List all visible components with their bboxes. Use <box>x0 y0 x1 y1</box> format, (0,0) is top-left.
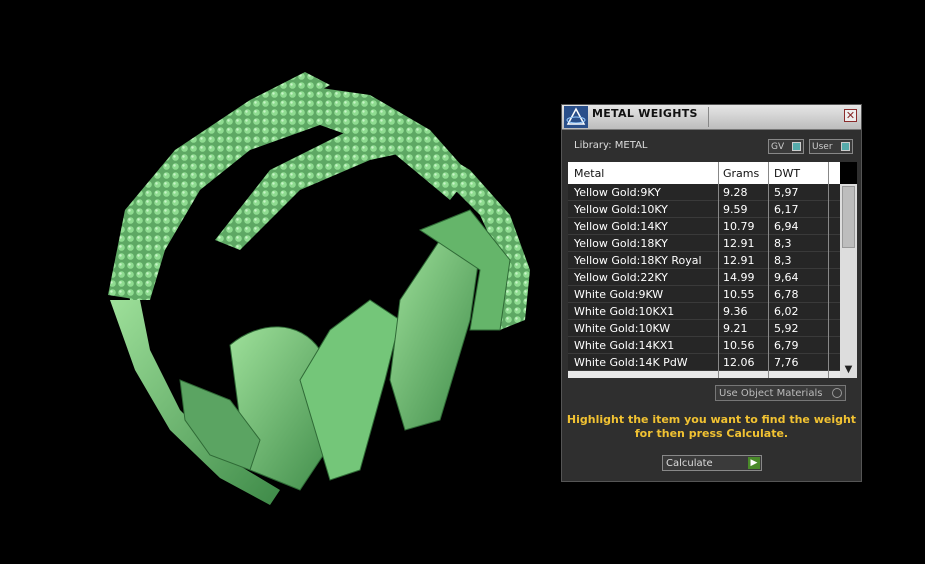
grams-cell: 12.06 <box>723 356 755 369</box>
table-scrollbar[interactable]: ▼ <box>840 162 857 378</box>
metal-cell: Yellow Gold:18KY Royal <box>574 254 702 267</box>
user-toggle-knob <box>841 142 850 151</box>
calculate-label: Calculate <box>666 458 713 469</box>
column-divider <box>828 162 829 378</box>
grams-cell: 10.56 <box>723 339 755 352</box>
dwt-cell: 8,3 <box>774 254 792 267</box>
dwt-cell: 6,94 <box>774 220 799 233</box>
scrollbar-header <box>840 162 857 184</box>
metal-cell: Yellow Gold:10KY <box>574 203 668 216</box>
grams-cell: 14.99 <box>723 271 755 284</box>
ring-model <box>108 72 530 505</box>
metal-cell: White Gold:10KW <box>574 322 671 335</box>
table-row[interactable]: White Gold:14KX1 10.56 6,79 <box>568 337 840 354</box>
table-row[interactable]: White Gold:10KX1 9.36 6,02 <box>568 303 840 320</box>
table-row[interactable]: Yellow Gold:9KY 9.28 5,97 <box>568 184 840 201</box>
metal-cell: Yellow Gold:22KY <box>574 271 668 284</box>
grams-cell: 9.28 <box>723 186 748 199</box>
metal-cell: Yellow Gold:9KY <box>574 186 661 199</box>
dwt-cell: 8,3 <box>774 237 792 250</box>
panel-title: METAL WEIGHTS <box>592 107 698 120</box>
grams-cell: 9.21 <box>723 322 748 335</box>
panel-titlebar[interactable]: METAL WEIGHTS ✕ <box>562 105 861 130</box>
metal-cell: White Gold:9KW <box>574 288 664 301</box>
instruction-text: Highlight the item you want to find the … <box>566 413 857 440</box>
gv-toggle-knob <box>792 142 801 151</box>
use-object-materials-toggle[interactable]: Use Object Materials <box>715 385 846 401</box>
metal-cell: Yellow Gold:14KY <box>574 220 668 233</box>
user-label: User <box>812 142 833 152</box>
metal-cell: White Gold:10KX1 <box>574 305 675 318</box>
grams-cell: 9.59 <box>723 203 748 216</box>
column-header-dwt[interactable]: DWT <box>774 167 800 180</box>
dwt-cell: 6,79 <box>774 339 799 352</box>
dwt-cell: 5,97 <box>774 186 799 199</box>
scrollbar-thumb[interactable] <box>842 186 855 248</box>
calculate-button[interactable]: Calculate ▶ <box>662 455 762 471</box>
table-row[interactable]: Yellow Gold:18KY 12.91 8,3 <box>568 235 840 252</box>
play-icon: ▶ <box>748 457 760 469</box>
table-row[interactable]: White Gold:10KW 9.21 5,92 <box>568 320 840 337</box>
dwt-cell: 9,64 <box>774 271 799 284</box>
dwt-cell: 5,92 <box>774 322 799 335</box>
table-row[interactable]: Yellow Gold:22KY 14.99 9,64 <box>568 269 840 286</box>
metal-table[interactable]: Metal Grams DWT Yellow Gold:9KY 9.28 5,97 Y… <box>568 162 857 378</box>
app-logo-icon <box>564 106 588 128</box>
table-row[interactable]: Yellow Gold:10KY 9.59 6,17 <box>568 201 840 218</box>
radio-icon <box>832 388 842 398</box>
column-header-grams[interactable]: Grams <box>723 167 759 180</box>
metal-cell: White Gold:14K PdW <box>574 356 688 369</box>
grams-cell: 12.91 <box>723 237 755 250</box>
metal-weights-panel: METAL WEIGHTS ✕ Library: METAL GV User M… <box>561 104 862 482</box>
user-toggle[interactable]: User <box>809 139 853 154</box>
dwt-cell: 6,17 <box>774 203 799 216</box>
gv-label: GV <box>771 142 785 152</box>
gv-toggle[interactable]: GV <box>768 139 804 154</box>
grams-cell: 9.36 <box>723 305 748 318</box>
dwt-cell: 6,78 <box>774 288 799 301</box>
grams-cell: 10.55 <box>723 288 755 301</box>
title-divider <box>708 107 709 127</box>
library-label: Library: METAL <box>574 140 648 151</box>
metal-cell: White Gold:14KX1 <box>574 339 675 352</box>
column-divider <box>768 162 769 378</box>
column-divider <box>718 162 719 378</box>
grams-cell: 10.79 <box>723 220 755 233</box>
table-row[interactable]: Yellow Gold:14KY 10.79 6,94 <box>568 218 840 235</box>
table-row[interactable]: White Gold:9KW 10.55 6,78 <box>568 286 840 303</box>
grams-cell: 12.91 <box>723 254 755 267</box>
use-materials-label: Use Object Materials <box>719 388 823 399</box>
metal-cell: Yellow Gold:18KY <box>574 237 668 250</box>
column-header-metal[interactable]: Metal <box>574 167 604 180</box>
scroll-down-icon[interactable]: ▼ <box>840 363 857 377</box>
table-row[interactable]: White Gold:14K PdW 12.06 7,76 <box>568 354 840 371</box>
table-header: Metal Grams DWT <box>568 162 840 184</box>
table-row[interactable]: Yellow Gold:18KY Royal 12.91 8,3 <box>568 252 840 269</box>
close-icon[interactable]: ✕ <box>844 109 857 122</box>
dwt-cell: 6,02 <box>774 305 799 318</box>
dwt-cell: 7,76 <box>774 356 799 369</box>
